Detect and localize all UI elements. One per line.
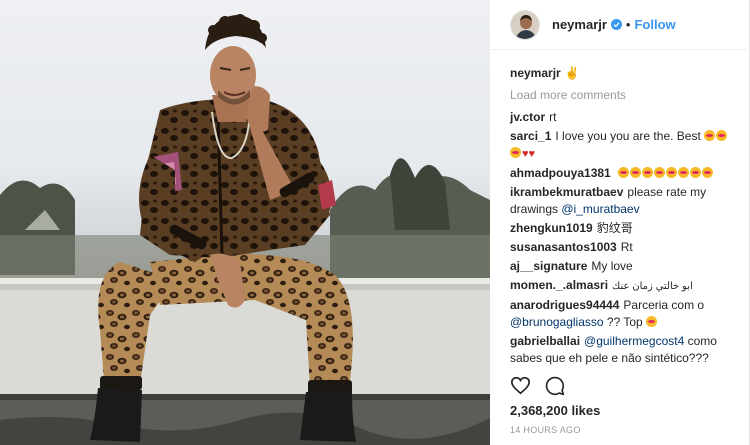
heart-eyes-emoji-icon	[618, 167, 630, 178]
comment-username[interactable]: zhengkun1019	[510, 221, 593, 235]
heart-eyes-emoji-icon	[702, 167, 714, 178]
avatar[interactable]	[510, 9, 540, 40]
heart-eyes-emoji-icon	[666, 167, 678, 178]
load-more-comments[interactable]: Load more comments	[510, 87, 745, 104]
comment-item: aj__signature My love	[510, 258, 745, 275]
heart-eyes-emoji-icon	[654, 167, 666, 178]
comment-text: rt	[549, 110, 557, 124]
comment-item: gabrielballai @guilhermegcost4 como sabes…	[510, 333, 745, 367]
comment-username[interactable]: susanasantos1003	[510, 240, 617, 254]
header-username[interactable]: neymarjr	[552, 17, 607, 32]
post-photo[interactable]	[0, 0, 490, 445]
rose-emoji-icon: ♥	[528, 148, 536, 160]
comment-text-tail: ?? Top	[606, 315, 643, 329]
header-separator: •	[625, 17, 631, 32]
comment-item: ahmadpouya1381	[510, 165, 745, 182]
comment-username[interactable]: ahmadpouya1381	[510, 166, 611, 180]
comment-item: zhengkun1019 豹纹哥	[510, 220, 745, 237]
comments-list: neymarjr ✌️ Load more comments jv.ctor rt …	[510, 65, 745, 369]
comment-icon[interactable]	[545, 376, 565, 396]
comment-username[interactable]: momen._.almasri	[510, 278, 608, 292]
comment-text: 豹纹哥	[596, 221, 633, 235]
comment-item: susanasantos1003 Rt	[510, 239, 745, 256]
comment-text: ابو خالتي زمان عنك	[612, 281, 693, 292]
heart-eyes-emoji-icon	[716, 130, 728, 141]
comment-item: ikrambekmuratbaev please rate my drawings…	[510, 184, 745, 218]
comment-username[interactable]: sarci_1	[510, 129, 551, 143]
comment-item: jv.ctor rt	[510, 109, 745, 126]
comment-item: momen._.almasri ابو خالتي زمان عنك	[510, 277, 745, 295]
photo-scene	[0, 14, 490, 445]
likes-count[interactable]: 2,368,200 likes	[510, 403, 600, 418]
comment-mention[interactable]: @i_muratbaev	[561, 202, 639, 216]
comment-username[interactable]: gabrielballai	[510, 334, 580, 348]
heart-eyes-emoji-icon	[642, 167, 654, 178]
heart-eyes-emoji-icon	[678, 167, 690, 178]
comment-item: sarci_1 I love you you are the. Best ♥♥	[510, 128, 745, 163]
peace-emoji: ✌️	[564, 66, 580, 80]
smile-emoji-icon	[646, 316, 658, 327]
post-timestamp: 14 HOURS AGO	[510, 425, 581, 435]
comment-text: Parceria com o	[623, 298, 705, 312]
heart-icon[interactable]	[510, 376, 531, 395]
comment-item: anarodrigues94444 Parceria com o @brunoga…	[510, 297, 745, 331]
comment-mention[interactable]: @brunogagliasso	[510, 315, 604, 329]
comment-mention[interactable]: @guilhermegcost4	[584, 334, 684, 348]
verified-badge-icon	[610, 19, 622, 30]
comment-text: Rt	[620, 240, 633, 254]
post-header: neymarjr • Follow	[490, 0, 750, 50]
heart-eyes-emoji-icon	[510, 147, 521, 158]
heart-eyes-emoji-icon	[704, 130, 716, 141]
comment-username[interactable]: ikrambekmuratbaev	[510, 185, 623, 199]
comment-username[interactable]: aj__signature	[510, 259, 587, 273]
caption-username[interactable]: neymarjr	[510, 66, 561, 80]
comment-text: My love	[591, 259, 633, 273]
post-sidebar: neymarjr • Follow neymarjr ✌️ Load more c…	[490, 0, 750, 445]
comment-username[interactable]: anarodrigues94444	[510, 298, 619, 312]
caption: neymarjr ✌️	[510, 65, 745, 82]
follow-button[interactable]: Follow	[634, 17, 675, 32]
heart-eyes-emoji-icon	[690, 167, 702, 178]
post-actions	[510, 376, 565, 396]
heart-eyes-emoji-icon	[630, 167, 642, 178]
comment-text: I love you you are the. Best	[555, 129, 701, 143]
comment-username[interactable]: jv.ctor	[510, 110, 545, 124]
